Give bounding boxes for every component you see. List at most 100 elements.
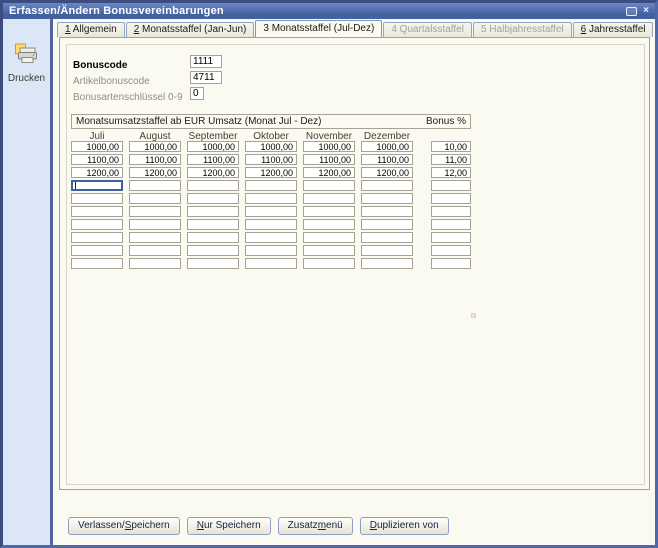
field-row: Artikelbonuscode [73,71,638,87]
sidebar: Drucken [3,19,53,545]
grid-cell-r9-c6[interactable] [361,245,413,256]
zusatzmenu-button[interactable]: Zusatzmenü [277,517,353,535]
grid-cell-r2-c3[interactable] [187,154,239,165]
grid-cell-r5-c1[interactable] [71,193,123,204]
grid-cell-r6-c5[interactable] [303,206,355,217]
restore-icon[interactable] [626,6,638,16]
grid-cell-r3-c5[interactable] [303,167,355,178]
grid-cell-r1-c5[interactable] [303,141,355,152]
window-title: Erfassen/Ändern Bonusvereinbarungen [9,5,224,17]
grid-bonus-cell-r4[interactable] [431,180,471,191]
grid-cell-r2-c2[interactable] [129,154,181,165]
grid-cell-r4-c3[interactable] [187,180,239,191]
tab-6-jahresstaffel[interactable]: 6 Jahresstaffel [572,22,654,37]
grid-cell-r8-c3[interactable] [187,232,239,243]
grid-cell-r4-c1[interactable] [71,180,123,191]
grid-cell-r10-c6[interactable] [361,258,413,269]
grid-cell-r4-c5[interactable] [303,180,355,191]
tab-1-allgemein[interactable]: 1 Allgemein [57,22,125,37]
dialog-window: Erfassen/Ändern Bonusvereinbarungen × Dr… [0,0,658,548]
grid-cell-r10-c4[interactable] [245,258,297,269]
tab-strip: 1 Allgemein 2 Monatsstaffel (Jan-Jun) 3 Mo… [57,20,654,37]
grid-cell-r8-c4[interactable] [245,232,297,243]
bonuscode-input[interactable] [190,55,222,68]
grid-bonus-cell-r8[interactable] [431,232,471,243]
grid-cell-r6-c3[interactable] [187,206,239,217]
grid-bonus-cell-r3[interactable] [431,167,471,178]
duplizieren-von-button[interactable]: Duplizieren von [359,517,449,535]
grid-bonus-cell-r7[interactable] [431,219,471,230]
grid-cell-r9-c2[interactable] [129,245,181,256]
grid-cell-r3-c2[interactable] [129,167,181,178]
grid-bonus-cell-r9[interactable] [431,245,471,256]
grid-bonus-cell-r6[interactable] [431,206,471,217]
grid-cell-r7-c5[interactable] [303,219,355,230]
grid-bonus-cell-r10[interactable] [431,258,471,269]
grid-cell-r5-c4[interactable] [245,193,297,204]
grid-cell-r6-c2[interactable] [129,206,181,217]
grid-cell-r8-c2[interactable] [129,232,181,243]
nur-speichern-button[interactable]: Nur Speichern [186,517,271,535]
bonus-column-title: Bonus % [425,116,466,127]
print-button[interactable]: Drucken [8,41,45,84]
grid-cell-r2-c4[interactable] [245,154,297,165]
grid-cell-r9-c5[interactable] [303,245,355,256]
tab-2-monatsstaffel-jan-jun[interactable]: 2 Monatsstaffel (Jan-Jun) [125,22,255,37]
grid-cell-r10-c3[interactable] [187,258,239,269]
grid-bonus-cell-r1[interactable] [431,141,471,152]
grid-cell-r5-c5[interactable] [303,193,355,204]
grid-cell-r6-c6[interactable] [361,206,413,217]
grid-cell-r5-c3[interactable] [187,193,239,204]
grid-cell-r7-c1[interactable] [71,219,123,230]
grid-cell-r10-c1[interactable] [71,258,123,269]
window-body: Drucken 1 Allgemein 2 Monatsstaffel (Jan-… [3,19,655,545]
grid-bonus-cell-r2[interactable] [431,154,471,165]
verlassen-speichern-button[interactable]: Verlassen/Speichern [68,517,180,535]
grid-cell-r4-c2[interactable] [129,180,181,191]
grid-cell-r5-c2[interactable] [129,193,181,204]
grid-cell-r1-c3[interactable] [187,141,239,152]
grid-cell-r4-c6[interactable] [361,180,413,191]
field-row: Bonuscode [73,55,638,71]
grid-cell-r6-c1[interactable] [71,206,123,217]
field-label-artikelbonuscode: Artikelbonuscode [73,76,150,87]
grid-cell-r8-c6[interactable] [361,232,413,243]
grid-cell-r4-c4[interactable] [245,180,297,191]
grid-cell-r9-c3[interactable] [187,245,239,256]
grid-cell-r9-c4[interactable] [245,245,297,256]
grid-cell-r6-c4[interactable] [245,206,297,217]
artikelbonuscode-input[interactable] [190,71,222,84]
grid-cell-r2-c6[interactable] [361,154,413,165]
grid-cell-r5-c6[interactable] [361,193,413,204]
grid-cell-r7-c2[interactable] [129,219,181,230]
grid-cell-r10-c2[interactable] [129,258,181,269]
grid-cell-r7-c3[interactable] [187,219,239,230]
window-controls: × [626,6,649,16]
grid-cell-r1-c2[interactable] [129,141,181,152]
grid-cell-r1-c4[interactable] [245,141,297,152]
field-label-bonusartenschlussel-0-9: Bonusartenschlüssel 0-9 [73,92,183,103]
grid-section-title: Monatsumsatzstaffel ab EUR Umsatz (Monat… [76,116,322,127]
bonusartenschlussel-0-9-input[interactable] [190,87,204,100]
grid-cell-r1-c1[interactable] [71,141,123,152]
grid-cell-r8-c5[interactable] [303,232,355,243]
grid-cell-r7-c6[interactable] [361,219,413,230]
close-icon[interactable]: × [643,6,649,16]
grid-cell-r9-c1[interactable] [71,245,123,256]
title-bar: Erfassen/Ändern Bonusvereinbarungen × [3,3,655,19]
grid-cell-r2-c5[interactable] [303,154,355,165]
tab-5-halbjahresstaffel: 5 Halbjahresstaffel [472,22,572,37]
grid-cell-r7-c4[interactable] [245,219,297,230]
main-area: 1 Allgemein 2 Monatsstaffel (Jan-Jun) 3 Mo… [53,19,655,545]
grid-cell-r3-c4[interactable] [245,167,297,178]
grid-cell-r3-c6[interactable] [361,167,413,178]
grid-cell-r8-c1[interactable] [71,232,123,243]
grid-cell-r2-c1[interactable] [71,154,123,165]
grid-cell-r10-c5[interactable] [303,258,355,269]
grid-cell-r3-c1[interactable] [71,167,123,178]
tab-3-monatsstaffel-jul-dez[interactable]: 3 Monatsstaffel (Jul-Dez) [255,20,383,37]
print-button-label: Drucken [7,73,46,84]
grid-bonus-cell-r5[interactable] [431,193,471,204]
grid-cell-r3-c3[interactable] [187,167,239,178]
grid-cell-r1-c6[interactable] [361,141,413,152]
